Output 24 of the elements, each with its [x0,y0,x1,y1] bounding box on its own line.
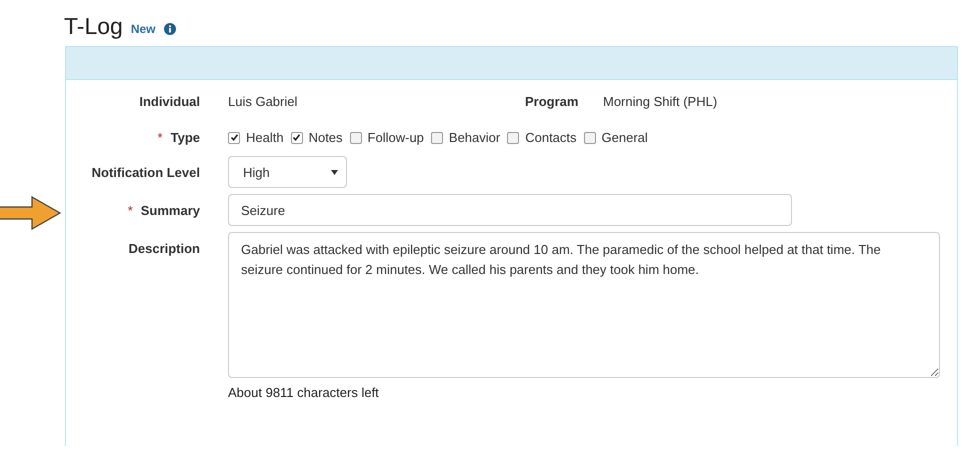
description-field[interactable]: Gabriel was attacked with epileptic seizure around 10 am. The paramedic of the school helped at that time. The seizure continued for 2 minutes. We called his parents and they took him home. [228,232,940,378]
type-checkbox[interactable]: General [584,130,648,145]
type-checkbox[interactable]: Behavior [430,130,500,145]
level-dropdown[interactable]: High [228,156,347,188]
summary-field[interactable]: Seizure [228,194,792,226]
caret-icon [331,170,338,174]
field-label: Individual [139,94,200,109]
field-value: Luis Gabriel [228,94,298,109]
field-label: Type [170,130,200,145]
required-mark: * [128,203,133,218]
required-mark: * [158,130,163,145]
field-label: Summary [140,203,200,218]
status-label: New [130,22,156,36]
type-checkbox[interactable]: Follow-up [350,130,424,145]
field-label: Description [128,241,200,256]
type-checkbox[interactable]: Notes [290,130,343,145]
help-text: About 9811 characters left [228,385,380,400]
info-icon [164,23,176,35]
field-label: Notification Level [92,165,200,180]
type-checkbox[interactable]: Contacts [507,130,577,145]
field-label: Program [525,94,580,109]
type-checkbox[interactable]: Health [228,130,284,145]
field-value: Morning Shift (PHL) [603,94,718,109]
page-title: T-Log [64,12,123,40]
